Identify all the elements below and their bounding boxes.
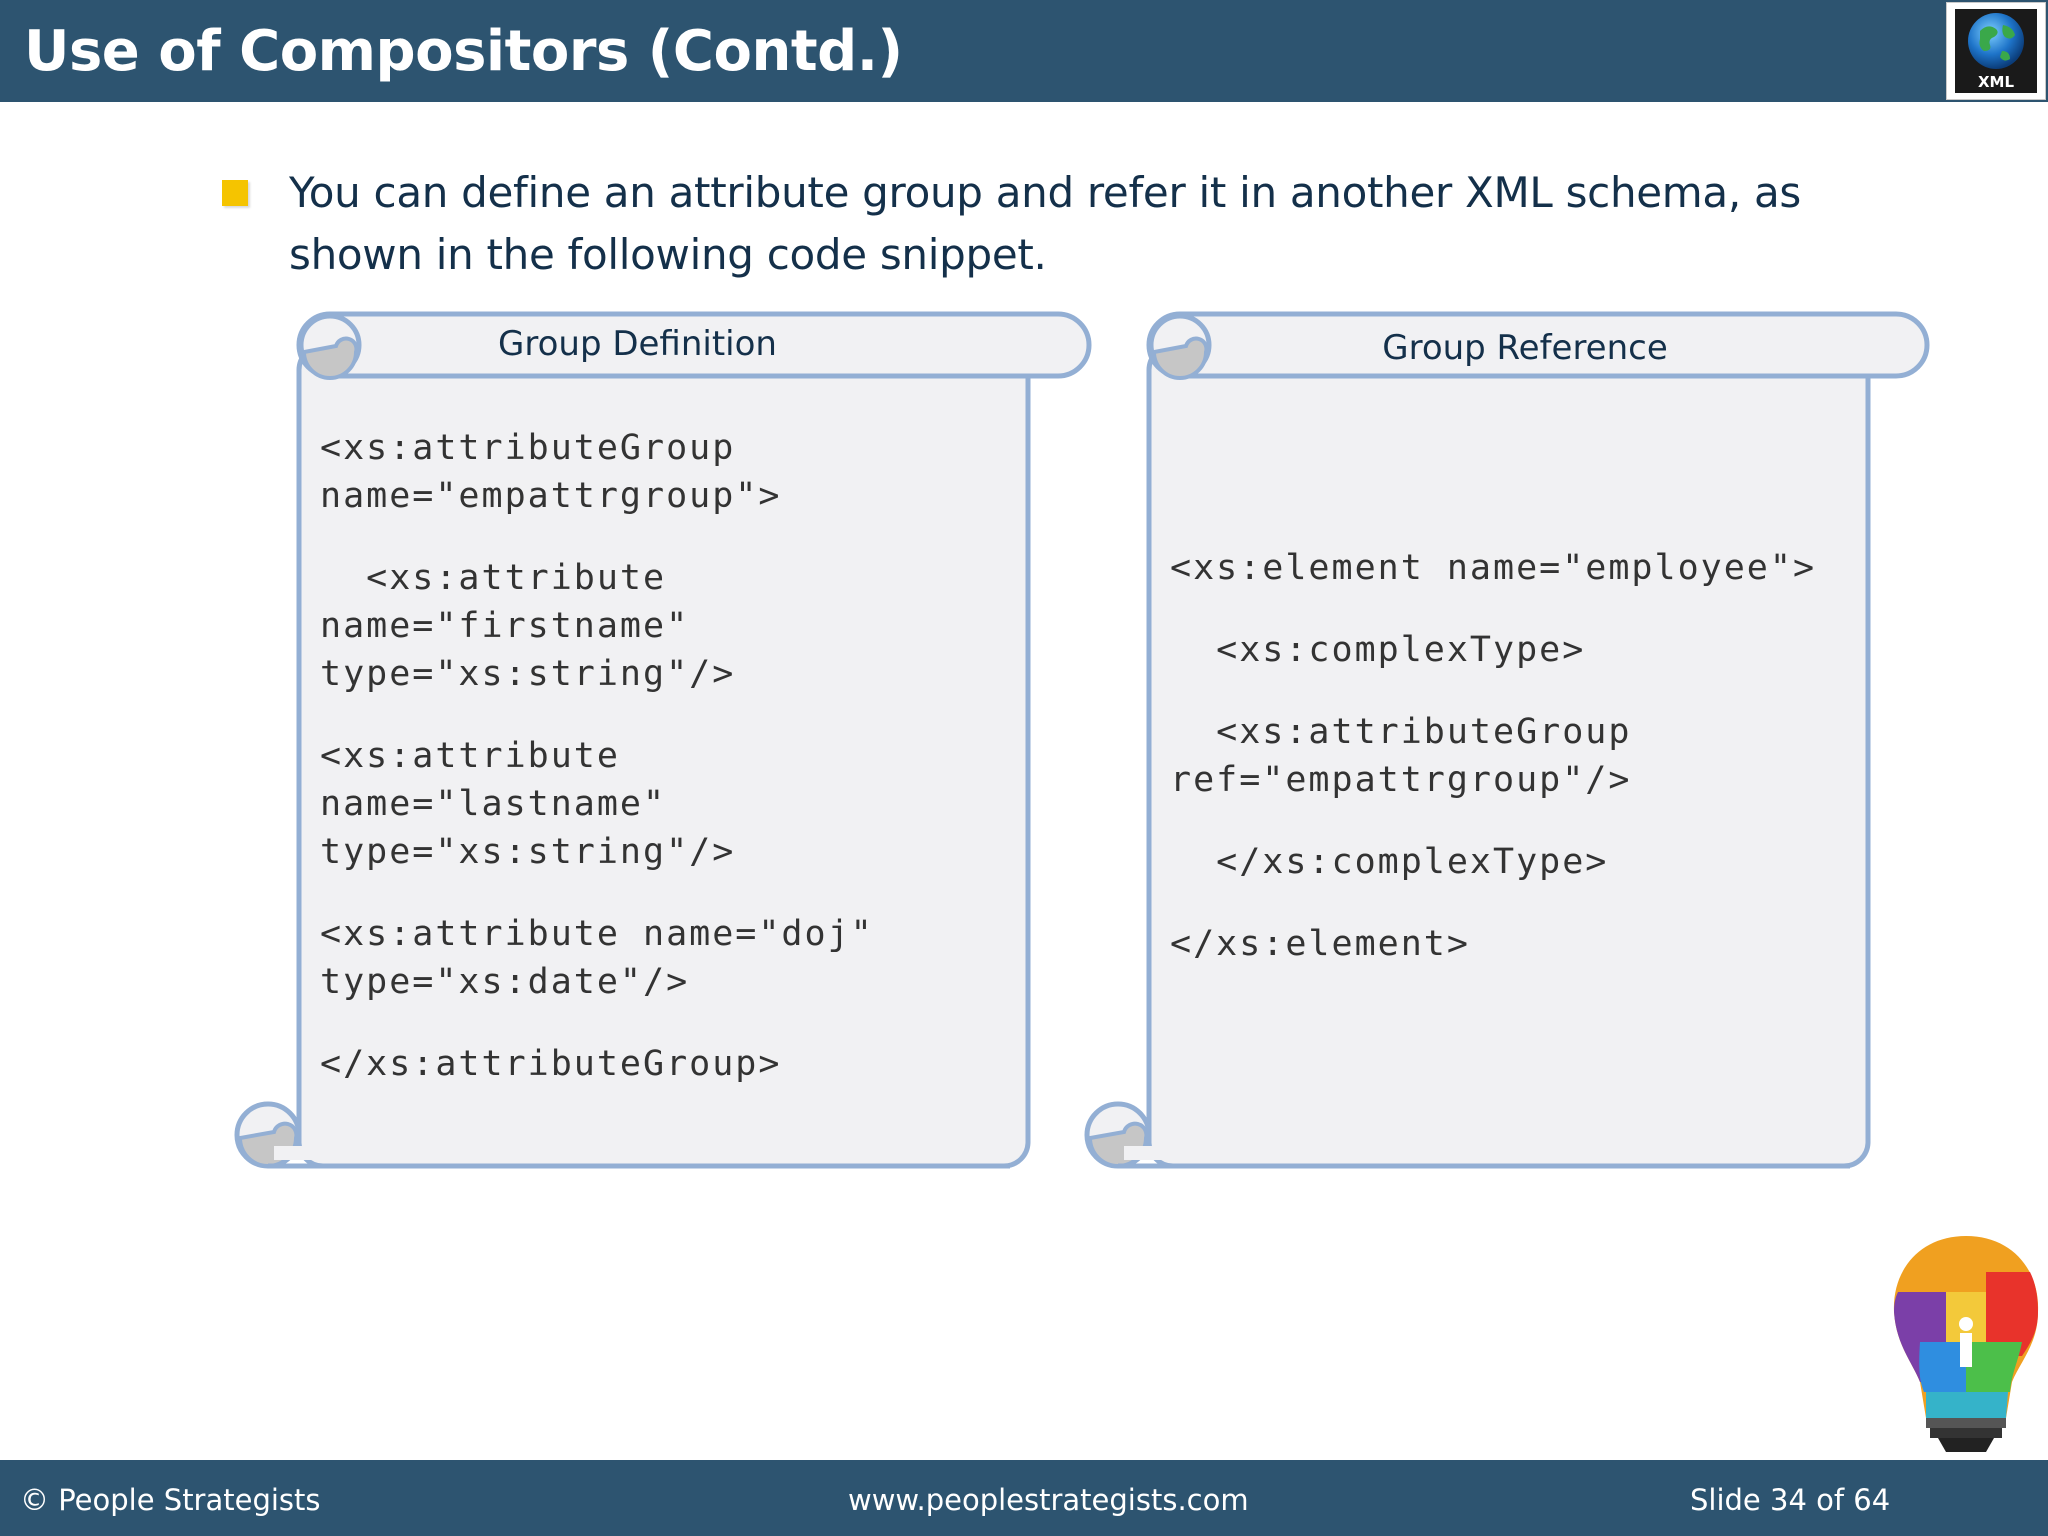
code-line: <xs:attribute <box>320 558 667 598</box>
footer-copyright: © People Strategists <box>20 1483 321 1517</box>
code-line: <xs:complexType> <box>1170 630 1586 670</box>
footer-website: www.peoplestrategists.com <box>848 1483 1249 1517</box>
code-line: name="lastname" <box>320 784 667 824</box>
code-line: <xs:attributeGroup <box>320 428 736 468</box>
code-line: name="empattrgroup"> <box>320 476 782 516</box>
reference-title: Group Reference <box>1382 328 1668 368</box>
code-line: </xs:attributeGroup> <box>320 1044 782 1084</box>
scroll-shapes <box>234 311 1930 1169</box>
code-line: type="xs:date"/> <box>320 962 690 1002</box>
code-line: type="xs:string"/> <box>320 832 736 872</box>
code-line: name="firstname" <box>320 606 690 646</box>
code-line: <xs:attributeGroup <box>1170 712 1632 752</box>
definition-title: Group Definition <box>498 324 777 364</box>
code-line: <xs:element name="employee"> <box>1170 548 1817 588</box>
slide-number: Slide 34 of 64 <box>1690 1483 1891 1517</box>
code-line: type="xs:string"/> <box>320 654 736 694</box>
people-strategists-bulb-logo <box>1893 1236 2039 1452</box>
code-line: </xs:element> <box>1170 924 1470 964</box>
code-line: </xs:complexType> <box>1170 842 1609 882</box>
code-line: <xs:attribute name="doj" <box>320 914 874 954</box>
code-line: <xs:attribute <box>320 736 620 776</box>
code-line: ref="empattrgroup"/> <box>1170 760 1632 800</box>
